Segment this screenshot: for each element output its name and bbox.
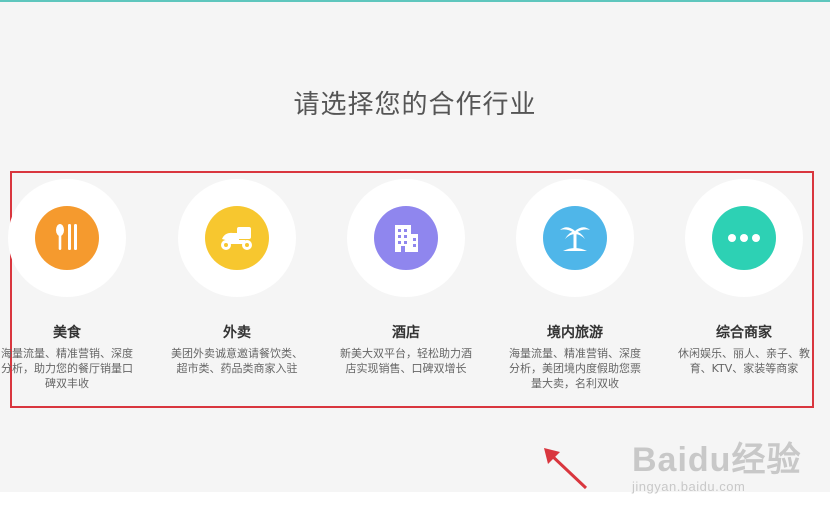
- industry-desc: 休闲娱乐、丽人、亲子、教育、KTV、家装等商家: [678, 347, 810, 375]
- industry-name: 美食: [53, 325, 81, 341]
- more-dots-icon: [712, 206, 776, 270]
- icon-circle: [685, 179, 803, 297]
- industry-desc: 海量流量、精准营销、深度分析，助力您的餐厅销量口碑双丰收: [1, 347, 133, 390]
- bottom-strip: [0, 492, 830, 518]
- industry-card-domestic-travel[interactable]: 境内旅游 海量流量、精准营销、深度分析，美团境内度假助您票量大卖，名利双收: [495, 179, 655, 391]
- top-accent-line: [0, 0, 830, 2]
- page-title: 请选择您的合作行业: [293, 90, 537, 120]
- industry-name: 外卖: [223, 325, 251, 341]
- building-icon: [374, 206, 438, 270]
- palm-tree-icon: [543, 206, 607, 270]
- industry-card-food[interactable]: 美食 海量流量、精准营销、深度分析，助力您的餐厅销量口碑双丰收: [0, 179, 147, 391]
- scooter-icon: [205, 206, 269, 270]
- industry-desc: 海量流量、精准营销、深度分析，美团境内度假助您票量大卖，名利双收: [509, 347, 641, 390]
- industry-name: 酒店: [392, 325, 420, 341]
- industry-name: 综合商家: [716, 325, 772, 341]
- watermark-sub: jingyan.baidu.com: [632, 479, 746, 494]
- industry-desc: 新美大双平台，轻松助力酒店实现销售、口碑双增长: [340, 347, 472, 375]
- watermark-main: Baidu经验: [632, 441, 802, 479]
- icon-circle: [347, 179, 465, 297]
- annotation-arrow-icon: [544, 448, 588, 490]
- utensils-icon: [35, 206, 99, 270]
- industry-name: 境内旅游: [547, 325, 603, 341]
- industry-desc: 美团外卖诚意邀请餐饮类、超市类、药品类商家入驻: [171, 347, 303, 375]
- icon-circle: [8, 179, 126, 297]
- industry-card-general-merchants[interactable]: 综合商家 休闲娱乐、丽人、亲子、教育、KTV、家装等商家: [664, 179, 824, 376]
- baidu-watermark: Baidu经验 jingyan.baidu.com: [632, 432, 801, 494]
- icon-circle: [178, 179, 296, 297]
- icon-circle: [516, 179, 634, 297]
- industry-card-takeout[interactable]: 外卖 美团外卖诚意邀请餐饮类、超市类、药品类商家入驻: [157, 179, 317, 376]
- industry-card-hotel[interactable]: 酒店 新美大双平台，轻松助力酒店实现销售、口碑双增长: [326, 179, 486, 376]
